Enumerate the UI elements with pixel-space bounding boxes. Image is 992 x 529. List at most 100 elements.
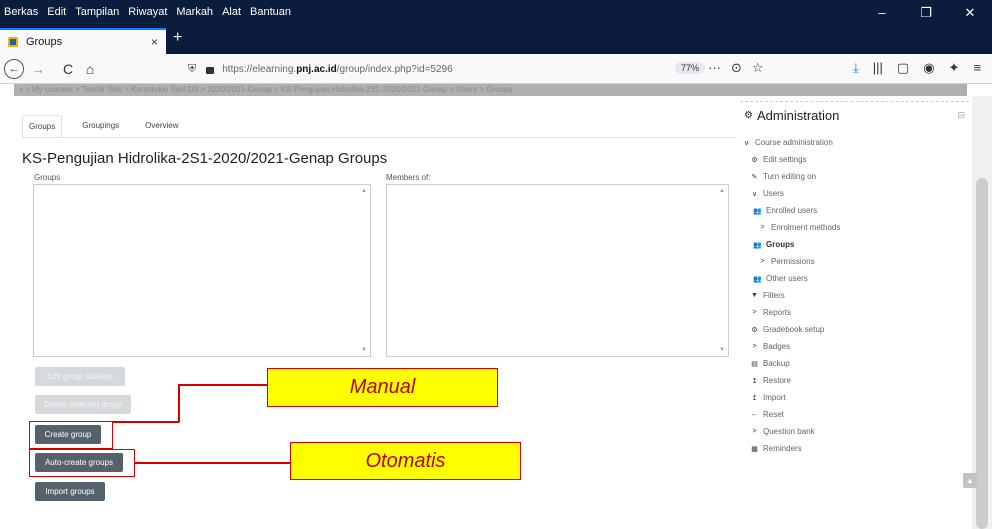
groups-label: Groups — [34, 173, 61, 182]
scroll-to-top-button[interactable]: ▲ — [963, 473, 977, 488]
menu-alat[interactable]: Alat — [222, 6, 241, 18]
library-icon[interactable]: ||| — [873, 60, 883, 76]
admin-item-turn-editing-on[interactable]: ✎ Turn editing on — [750, 172, 817, 181]
callout-manual: Manual — [267, 368, 498, 407]
connector-line — [178, 384, 268, 386]
admin-item-label: Edit settings — [763, 155, 807, 164]
menu-berkas[interactable]: Berkas — [4, 6, 38, 18]
account-icon[interactable]: ◉ — [923, 60, 934, 76]
admin-item-import[interactable]: ↥ Import — [750, 393, 786, 402]
admin-item-badges[interactable]: > Badges — [750, 342, 790, 351]
groups-select-list[interactable]: ▲ ▼ — [33, 184, 371, 357]
delete-selected-group-button[interactable]: Delete selected group — [35, 395, 131, 414]
browser-tab[interactable]: Groups × — [0, 28, 166, 54]
admin-item-label: Reports — [763, 308, 792, 317]
admin-item-label: Groups — [766, 240, 795, 249]
reload-icon[interactable]: C — [58, 59, 78, 79]
admin-item-label: Gradebook setup — [763, 325, 825, 334]
page-scrollbar[interactable] — [972, 96, 992, 529]
admin-item-enrolled-users[interactable]: 👥 Enrolled users — [753, 206, 817, 215]
groups-list-scrollbar[interactable]: ▲ ▼ — [358, 185, 370, 356]
breadcrumb[interactable]: ▪ > My courses > Teknik Sipil > Konstruk… — [14, 84, 967, 96]
admin-item-label: Turn editing on — [763, 172, 817, 181]
group-tabs: Groups Groupings Overview — [22, 115, 185, 139]
toolbar-icons: ⤓ ||| ▢ ◉ ✦ ≡ — [853, 60, 981, 76]
turn-editing-on-icon: ✎ — [751, 173, 758, 181]
admin-item-edit-settings[interactable]: ⚙ Edit settings — [750, 155, 807, 164]
admin-item-reports[interactable]: > Reports — [750, 308, 791, 317]
admin-item-users[interactable]: ∨ Users — [750, 189, 784, 198]
address-bar[interactable]: ⛨ https://elearning.pnj.ac.id/group/inde… — [168, 58, 728, 80]
tab-title: Groups — [26, 36, 63, 48]
close-window-icon[interactable]: ✕ — [948, 0, 992, 25]
gradebook-setup-icon: ⚙ — [751, 326, 758, 334]
question-bank-icon: > — [752, 428, 757, 435]
admin-item-label: Reminders — [763, 444, 802, 453]
tab-overview[interactable]: Overview — [139, 115, 184, 139]
admin-item-groups[interactable]: 👥 Groups — [753, 240, 794, 249]
hamburger-menu-icon[interactable]: ≡ — [973, 60, 981, 76]
pocket-icon[interactable]: ⊙ — [731, 60, 742, 76]
tabs-divider — [22, 137, 737, 138]
scroll-down-icon[interactable]: ▼ — [361, 347, 367, 353]
users-icon: ∨ — [751, 190, 758, 198]
minimize-icon[interactable]: – — [860, 0, 904, 25]
tracking-shield-icon[interactable]: ⛨ — [188, 63, 196, 76]
block-divider — [740, 101, 969, 102]
admin-item-reminders[interactable]: ▦ Reminders — [750, 444, 802, 453]
menu-bantuan[interactable]: Bantuan — [250, 6, 291, 18]
tab-groupings[interactable]: Groupings — [76, 115, 125, 139]
administration-block: ⚙ Administration ⊟ ∨ Course administratio… — [740, 101, 969, 469]
edit-group-settings-button[interactable]: Edit group settings — [35, 367, 125, 386]
admin-item-enrolment-methods[interactable]: > Enrolment methods — [758, 223, 840, 232]
page-actions-icon[interactable]: ··· — [708, 60, 721, 76]
home-icon[interactable]: ⌂ — [80, 59, 100, 79]
menu-markah[interactable]: Markah — [176, 6, 213, 18]
course-administration-icon: ∨ — [743, 139, 750, 147]
menu-tampilan[interactable]: Tampilan — [75, 6, 119, 18]
tab-groups[interactable]: Groups — [22, 115, 63, 139]
forward-arrow-icon[interactable]: → — [28, 59, 48, 79]
back-arrow-icon[interactable]: ← — [4, 59, 24, 79]
admin-item-restore[interactable]: ↥ Restore — [750, 376, 791, 385]
permissions-icon: > — [760, 258, 765, 265]
members-select-list[interactable]: ▲ ▼ — [386, 184, 729, 357]
restore-icon[interactable]: ❐ — [904, 0, 948, 25]
bookmark-star-icon[interactable]: ☆ — [752, 60, 764, 76]
members-label: Members of: — [386, 173, 431, 182]
admin-item-question-bank[interactable]: > Question bank — [750, 427, 814, 436]
download-icon[interactable]: ⤓ — [853, 60, 859, 76]
admin-item-course-administration[interactable]: ∨ Course administration — [742, 138, 833, 147]
extensions-icon[interactable]: ✦ — [949, 60, 960, 76]
url-text[interactable]: https://elearning.pnj.ac.id/group/index.… — [222, 64, 452, 75]
admin-item-label: Enrolled users — [766, 206, 818, 215]
admin-item-label: Backup — [763, 359, 790, 368]
admin-item-permissions[interactable]: > Permissions — [758, 257, 814, 266]
backup-icon: ▤ — [751, 360, 758, 368]
new-tab-icon[interactable]: + — [173, 29, 182, 47]
admin-item-backup[interactable]: ▤ Backup — [750, 359, 790, 368]
admin-item-gradebook-setup[interactable]: ⚙ Gradebook setup — [750, 325, 824, 334]
import-groups-button[interactable]: Import groups — [35, 482, 105, 501]
admin-item-label: Users — [763, 189, 784, 198]
admin-item-other-users[interactable]: 👥 Other users — [753, 274, 808, 283]
admin-item-filters[interactable]: ▼ Filters — [750, 291, 785, 300]
admin-item-reset[interactable]: ← Reset — [750, 410, 784, 419]
collapse-block-icon[interactable]: ⊟ — [957, 110, 965, 121]
lock-icon[interactable] — [206, 66, 215, 74]
sidebar-icon[interactable]: ▢ — [897, 60, 909, 76]
badges-icon: > — [752, 343, 757, 350]
connector-line — [113, 421, 179, 423]
tab-close-icon[interactable]: × — [151, 35, 158, 49]
scroll-down-icon[interactable]: ▼ — [719, 347, 725, 353]
scroll-up-icon[interactable]: ▲ — [719, 188, 725, 194]
scrollbar-thumb[interactable] — [976, 178, 988, 529]
menu-edit[interactable]: Edit — [47, 6, 66, 18]
scroll-up-icon[interactable]: ▲ — [361, 188, 367, 194]
menu-riwayat[interactable]: Riwayat — [128, 6, 167, 18]
zoom-level[interactable]: 77% — [675, 62, 706, 74]
members-list-scrollbar[interactable]: ▲ ▼ — [716, 185, 728, 356]
admin-item-label: Reset — [763, 410, 784, 419]
connector-line — [135, 462, 290, 464]
page-title: KS-Pengujian Hidrolika-2S1-2020/2021-Gen… — [22, 150, 388, 167]
